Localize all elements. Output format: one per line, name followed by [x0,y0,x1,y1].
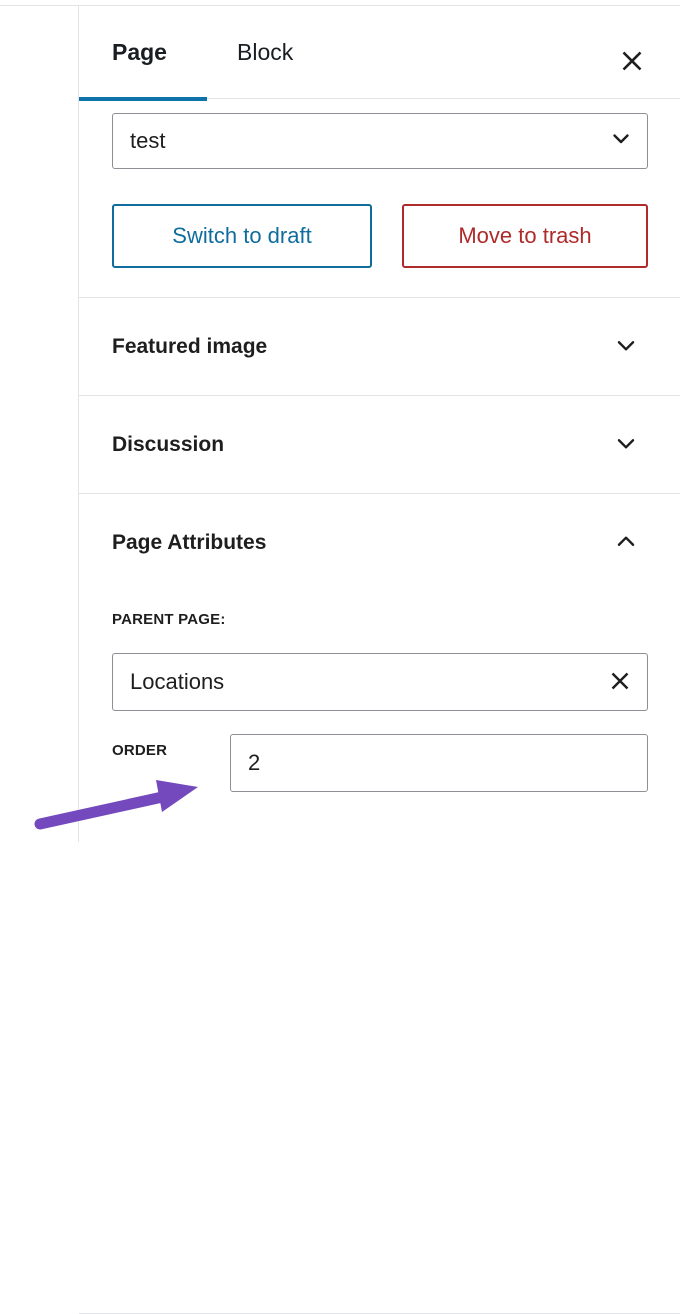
tab-block[interactable]: Block [237,6,293,99]
sidebar-tabs: Page Block [79,6,680,101]
order-label: ORDER [112,742,168,759]
panel-page-attributes-toggle[interactable]: Page Attributes [79,494,680,592]
chevron-down-icon [609,127,633,156]
editor-canvas-area [0,6,78,842]
tab-page[interactable]: Page [112,6,167,99]
panel-discussion-title: Discussion [112,433,225,456]
clear-parent-page-button[interactable] [592,654,648,710]
parent-page-input[interactable] [112,653,648,711]
switch-to-draft-button[interactable]: Switch to draft [112,204,372,268]
panel-featured-image-title: Featured image [112,335,268,358]
chevron-up-icon [613,529,639,558]
post-status-value: test [130,128,166,153]
close-icon [619,48,645,74]
panel-discussion-toggle[interactable]: Discussion [79,396,680,494]
panel-page-attributes-title: Page Attributes [112,531,267,554]
panel-discussion: Discussion [79,395,680,493]
panel-featured-image: Featured image [79,297,680,395]
parent-page-label: PARENT PAGE: [112,611,226,628]
panel-featured-image-toggle[interactable]: Featured image [79,298,680,396]
chevron-down-icon [613,333,639,362]
order-input[interactable] [230,734,648,792]
editor-screen: Page Block test Switch to draft Move to … [0,0,680,1314]
move-to-trash-button[interactable]: Move to trash [402,204,648,268]
chevron-down-icon [613,431,639,460]
status-and-visibility-section: test Switch to draft Move to trash [79,99,680,297]
close-icon [608,669,632,696]
close-settings-button[interactable] [607,36,657,86]
panel-page-attributes: Page Attributes PARENT PAGE: ORDER [79,493,680,1314]
post-status-select[interactable]: test [112,113,648,169]
settings-sidebar: Page Block test Switch to draft Move to … [78,6,680,1314]
